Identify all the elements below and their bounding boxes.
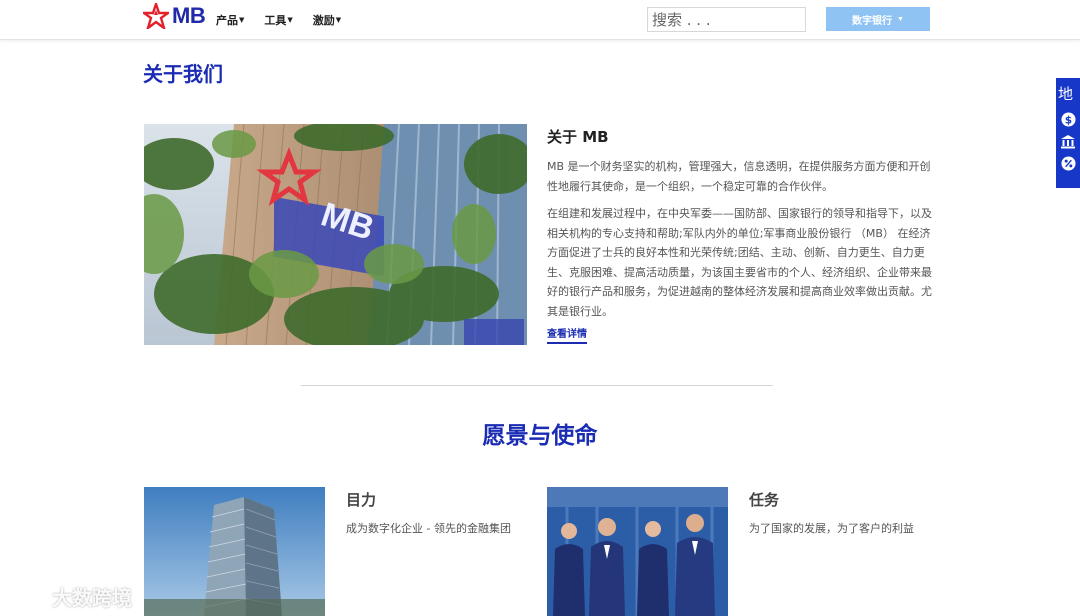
watermark-logo-icon (10, 589, 48, 604)
view-details-link[interactable]: 查看详情 (547, 325, 587, 344)
about-paragraph: 在组建和发展过程中，在中央军委——国防部、国家银行的领导和指导下，以及相关机构的… (547, 207, 932, 318)
mission-card-title: 任务 (749, 491, 780, 509)
nav-item-incentives[interactable]: 激励 ▼ (313, 12, 341, 28)
mission-team-image (547, 487, 728, 616)
main-nav: 产品 ▼ 工具 ▼ 激励 ▼ (216, 12, 341, 28)
mb-star-icon (143, 3, 169, 29)
caret-down-icon: ▼ (335, 16, 342, 24)
nav-label: 产品 (216, 14, 238, 27)
nav-label: 工具 (264, 14, 287, 27)
caret-down-icon: ▼ (287, 16, 293, 24)
side-quick-tab[interactable]: 地 $ (1056, 78, 1080, 188)
page-title: 关于我们 (143, 62, 223, 86)
about-paragraph: MB 是一个财务坚实的机构，管理强大，信息透明，在提供服务方面方便和开创性地履行… (547, 160, 931, 193)
about-heading: 关于 MB (547, 128, 609, 146)
watermark: 大数跨境 (8, 582, 132, 611)
caret-down-icon: ▼ (897, 15, 904, 23)
top-header: MB 产品▼ 工具▼ 激励▼ 数字银行 ▼ (0, 0, 1080, 40)
dollar-icon[interactable]: $ (1060, 111, 1076, 127)
side-tab-label: 地 (1058, 85, 1074, 103)
vision-mission-title: 愿景与使命 (482, 423, 598, 449)
digital-bank-label: 数字银行 (852, 15, 893, 27)
percent-icon[interactable] (1060, 155, 1076, 171)
section-divider (301, 385, 773, 386)
caret-down-icon: ▼ (239, 16, 245, 24)
hero-building-image: MB (144, 124, 527, 345)
watermark-text: 大数跨境 (52, 586, 132, 610)
vision-tower-image (144, 487, 325, 616)
digital-bank-button[interactable]: 数字银行 ▼ (826, 7, 930, 31)
nav-item-products[interactable]: 产品 ▼ (216, 12, 244, 28)
search-input[interactable] (647, 7, 806, 32)
svg-text:$: $ (1064, 114, 1071, 126)
vision-card-title: 目力 (346, 491, 377, 509)
nav-label: 激励 (312, 14, 335, 27)
vision-card-text: 成为数字化企业 - 领先的金融集团 (346, 522, 511, 535)
mission-card-text: 为了国家的发展，为了客户的利益 (749, 522, 914, 535)
mb-logo[interactable]: MB (143, 3, 206, 29)
logo-text: MB (172, 3, 206, 28)
bank-icon[interactable] (1060, 133, 1076, 149)
nav-item-tools[interactable]: 工具 ▼ (264, 12, 292, 28)
